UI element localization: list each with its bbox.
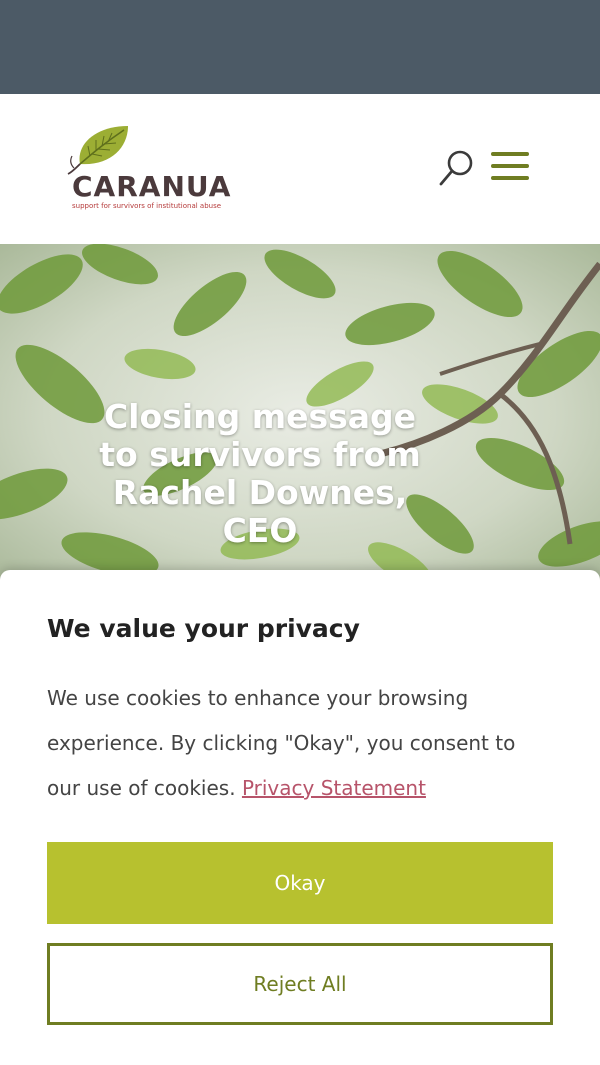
- cookie-message: We use cookies to enhance your browsing …: [47, 676, 553, 811]
- logo-wordmark: CARANUA: [72, 170, 232, 203]
- cookie-consent-panel: We value your privacy We use cookies to …: [0, 570, 600, 1065]
- search-button[interactable]: [436, 148, 476, 188]
- leaf-logo-icon: [67, 126, 128, 175]
- logo-tagline: support for survivors of institutional a…: [72, 202, 222, 210]
- caranua-logo[interactable]: CARANUA support for survivors of institu…: [66, 124, 256, 214]
- reject-all-button[interactable]: Reject All: [47, 943, 553, 1025]
- search-icon: [439, 150, 473, 186]
- hero-banner: Closing message to survivors from Rachel…: [0, 244, 600, 584]
- hamburger-menu-icon: [491, 164, 529, 168]
- privacy-statement-link[interactable]: Privacy Statement: [242, 776, 426, 800]
- menu-button[interactable]: [490, 150, 530, 184]
- hamburger-menu-icon: [491, 152, 529, 156]
- okay-button[interactable]: Okay: [47, 842, 553, 924]
- hero-title: Closing message to survivors from Rachel…: [99, 397, 421, 550]
- hamburger-menu-icon: [491, 176, 529, 180]
- top-bar: [0, 0, 600, 94]
- cookie-title: We value your privacy: [47, 614, 360, 643]
- site-header: CARANUA support for survivors of institu…: [0, 94, 600, 244]
